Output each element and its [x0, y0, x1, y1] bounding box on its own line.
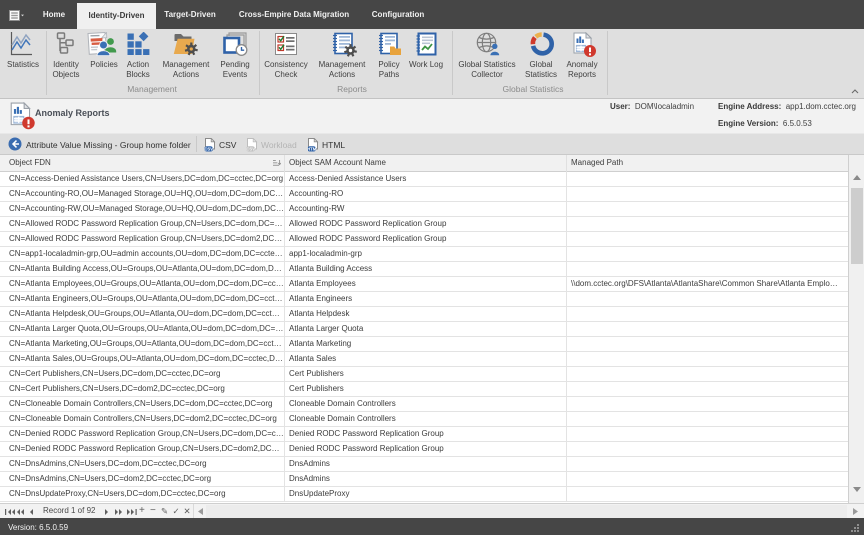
svg-text:CSV: CSV — [204, 146, 213, 151]
svg-text:HTM: HTM — [307, 146, 317, 151]
svg-text:CSV: CSV — [246, 146, 255, 151]
